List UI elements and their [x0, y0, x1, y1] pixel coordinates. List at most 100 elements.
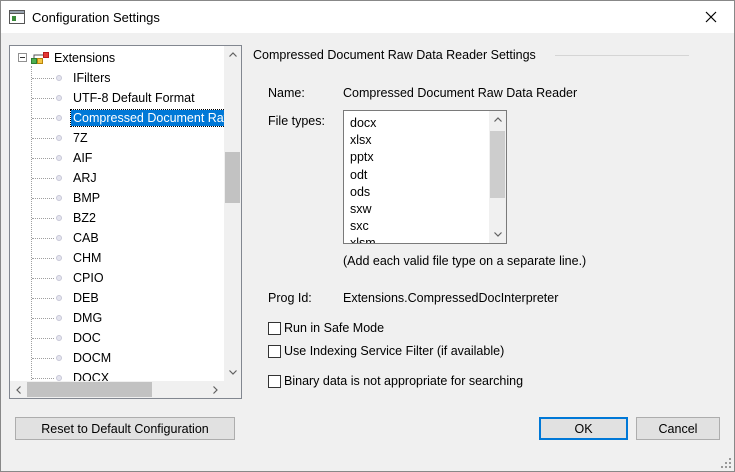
tree-item-arj[interactable]: ARJ	[10, 168, 224, 188]
ok-button[interactable]: OK	[539, 417, 628, 440]
tree-item-deb[interactable]: DEB	[10, 288, 224, 308]
scroll-left-button[interactable]	[10, 381, 27, 398]
tree-vertical-scrollbar[interactable]	[224, 46, 241, 381]
file-types-scroll-thumb[interactable]	[490, 131, 505, 198]
tree-item-cab[interactable]: CAB	[10, 228, 224, 248]
tree-item-ifilters[interactable]: IFilters	[10, 68, 224, 88]
file-types-textarea[interactable]: docx xlsx pptx odt ods sxw sxc xlsm	[343, 110, 507, 244]
scroll-right-button[interactable]	[207, 381, 224, 398]
extension-item-icon	[56, 135, 62, 141]
file-type-line: sxc	[350, 219, 369, 234]
extension-item-icon	[56, 175, 62, 181]
close-button[interactable]	[688, 1, 734, 33]
checkbox-box[interactable]	[268, 321, 281, 335]
resize-grip-icon[interactable]	[721, 458, 731, 468]
tree-item-label: BZ2	[73, 211, 96, 225]
extension-item-icon	[56, 155, 62, 161]
extensions-tree[interactable]: Extensions IFilters UTF-8 Default Format…	[9, 45, 242, 399]
run-in-safe-mode-checkbox[interactable]: Run in Safe Mode	[268, 320, 384, 336]
tree-branch-line	[32, 118, 54, 119]
tree-item-chm[interactable]: CHM	[10, 248, 224, 268]
close-icon	[705, 11, 717, 23]
file-types-label: File types:	[268, 114, 325, 128]
checkbox-label: Use Indexing Service Filter (if availabl…	[284, 344, 505, 358]
tree-item-7z[interactable]: 7Z	[10, 128, 224, 148]
tree-item-label: DOCM	[73, 351, 112, 365]
reset-default-configuration-button[interactable]: Reset to Default Configuration	[15, 417, 235, 440]
tree-item-label: IFilters	[73, 71, 111, 85]
tree-branch-line	[32, 358, 54, 359]
checkbox-box[interactable]	[268, 374, 281, 388]
name-label: Name:	[268, 86, 305, 100]
tree-item-bz2[interactable]: BZ2	[10, 208, 224, 228]
file-types-hint: (Add each valid file type on a separate …	[343, 254, 587, 268]
file-type-line: xlsx	[350, 133, 372, 148]
checkbox-label: Run in Safe Mode	[284, 321, 385, 335]
tree-content: Extensions IFilters UTF-8 Default Format…	[10, 46, 224, 381]
settings-group-title: Compressed Document Raw Data Reader Sett…	[253, 48, 536, 62]
tree-branch-line	[32, 318, 54, 319]
tree-item-label: CAB	[73, 231, 99, 245]
tree-item-label: CPIO	[73, 271, 104, 285]
file-types-list: docx xlsx pptx odt ods sxw sxc xlsm	[350, 115, 377, 244]
extension-item-icon	[56, 335, 62, 341]
tree-branch-line	[32, 98, 54, 99]
tree-item-bmp[interactable]: BMP	[10, 188, 224, 208]
extension-item-icon	[56, 75, 62, 81]
prog-id-label: Prog Id:	[268, 291, 312, 305]
extension-item-icon	[56, 275, 62, 281]
tree-item-label: AIF	[73, 151, 93, 165]
tree-horizontal-scroll-thumb[interactable]	[27, 382, 152, 397]
tree-item-cpio[interactable]: CPIO	[10, 268, 224, 288]
file-type-line: pptx	[350, 150, 374, 165]
chevron-up-icon	[228, 52, 237, 57]
chevron-right-icon	[213, 385, 218, 394]
tree-branch-line	[32, 178, 54, 179]
tree-item-label: DOC	[73, 331, 101, 345]
tree-horizontal-scrollbar[interactable]	[10, 381, 224, 398]
use-indexing-service-filter-checkbox[interactable]: Use Indexing Service Filter (if availabl…	[268, 343, 504, 359]
scroll-down-button[interactable]	[224, 364, 241, 381]
tree-item-label: DMG	[73, 311, 103, 325]
checkbox-box[interactable]	[268, 344, 281, 358]
cancel-button[interactable]: Cancel	[636, 417, 720, 440]
tree-item-doc[interactable]: DOC	[10, 328, 224, 348]
collapse-icon[interactable]	[18, 53, 27, 62]
tree-branch-line	[32, 298, 54, 299]
scroll-down-button[interactable]	[489, 226, 506, 243]
tree-root-extensions[interactable]: Extensions	[10, 48, 224, 68]
file-type-line: docx	[350, 116, 377, 130]
chevron-left-icon	[16, 385, 21, 394]
scrollbar-corner	[224, 381, 241, 398]
tree-item-aif[interactable]: AIF	[10, 148, 224, 168]
binary-data-not-searchable-checkbox[interactable]: Binary data is not appropriate for searc…	[268, 373, 523, 389]
tree-item-label: 7Z	[73, 131, 88, 145]
extension-item-icon	[56, 115, 62, 121]
extension-item-icon	[56, 295, 62, 301]
scroll-up-button[interactable]	[489, 111, 506, 128]
file-types-scrollbar[interactable]	[489, 111, 506, 243]
configuration-settings-window: Configuration Settings Extensions IFilte…	[0, 0, 735, 472]
chevron-down-icon	[493, 232, 502, 237]
tree-item-label: Compressed Document Raw Data Reader	[69, 109, 224, 127]
tree-item-dmg[interactable]: DMG	[10, 308, 224, 328]
extension-item-icon	[56, 255, 62, 261]
tree-branch-line	[32, 238, 54, 239]
tree-branch-line	[32, 158, 54, 159]
tree-item-docx[interactable]: DOCX	[10, 368, 224, 381]
extension-item-icon	[56, 315, 62, 321]
tree-item-label: UTF-8 Default Format	[73, 91, 195, 105]
extension-item-icon	[56, 195, 62, 201]
tree-item-label: ARJ	[73, 171, 97, 185]
chevron-down-icon	[228, 370, 237, 375]
tree-item-compressed-document-reader[interactable]: Compressed Document Raw Data Reader	[10, 108, 224, 128]
tree-vertical-scroll-thumb[interactable]	[225, 152, 240, 203]
chevron-up-icon	[493, 117, 502, 122]
tree-item-utf8-default-format[interactable]: UTF-8 Default Format	[10, 88, 224, 108]
tree-item-docm[interactable]: DOCM	[10, 348, 224, 368]
file-type-line: xlsm	[350, 236, 376, 244]
tree-branch-line	[32, 338, 54, 339]
scroll-up-button[interactable]	[224, 46, 241, 63]
checkbox-label: Binary data is not appropriate for searc…	[284, 374, 524, 388]
name-value: Compressed Document Raw Data Reader	[343, 86, 578, 100]
